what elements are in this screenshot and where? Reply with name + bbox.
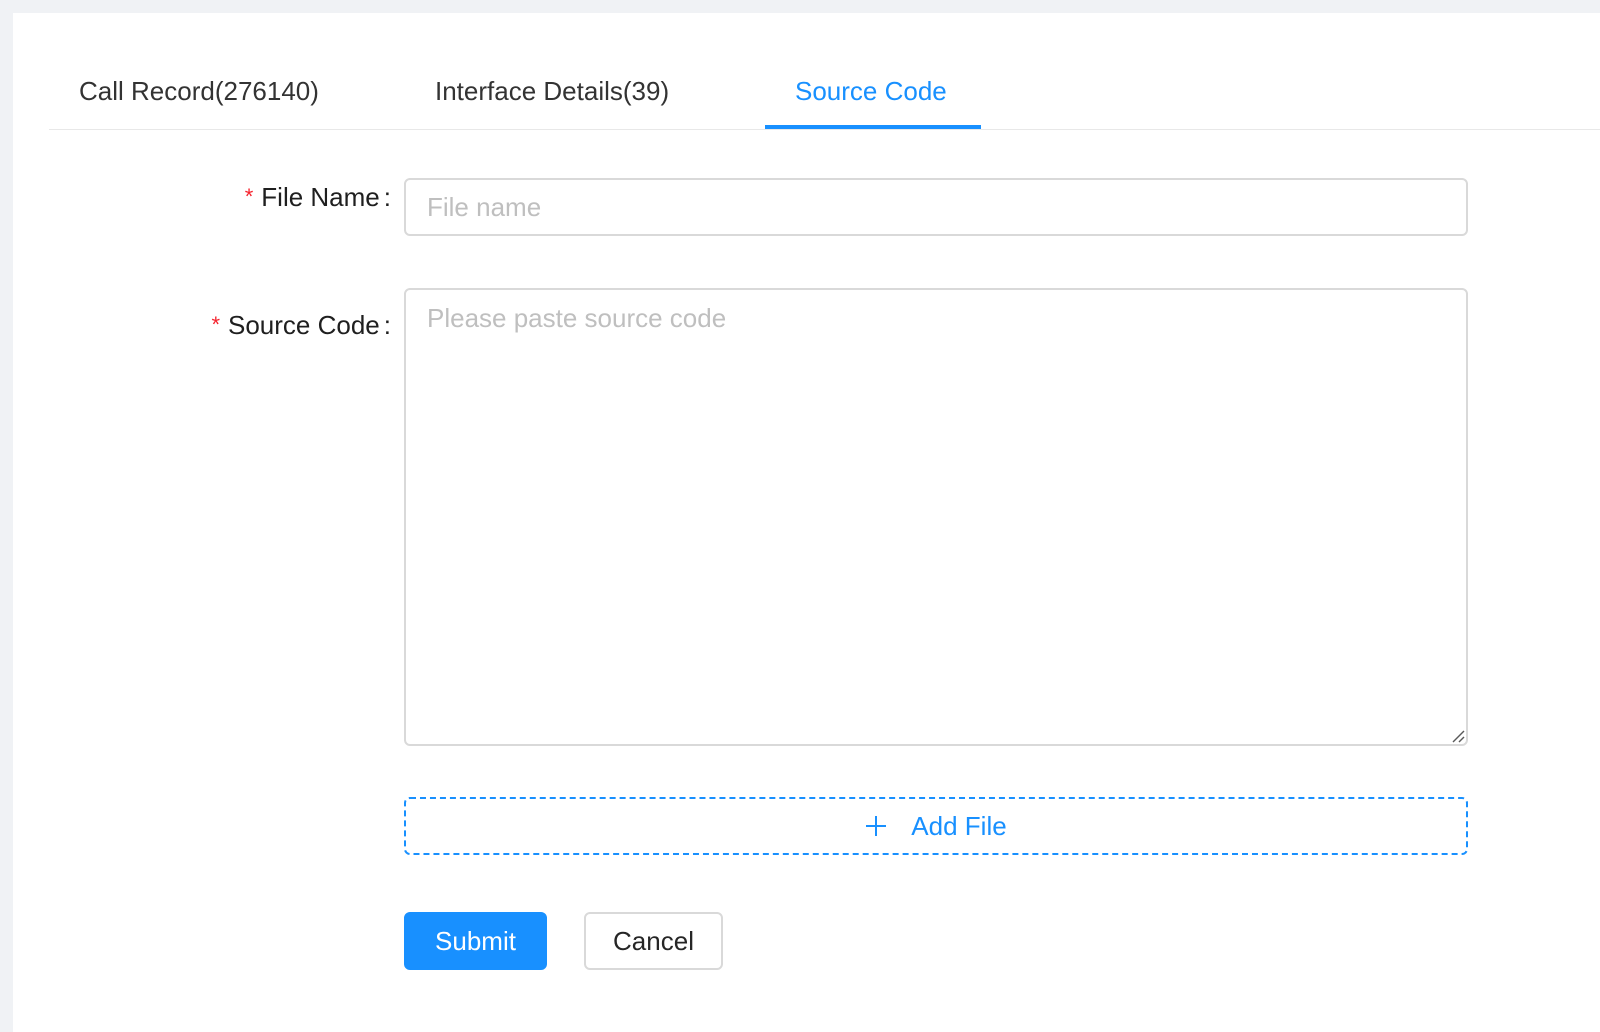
- tab-interface-details[interactable]: Interface Details(39): [435, 75, 669, 107]
- source-code-label-text: Source Code: [228, 310, 380, 340]
- tab-source-code[interactable]: Source Code: [795, 75, 947, 107]
- add-file-label: Add File: [911, 810, 1007, 841]
- tab-call-record[interactable]: Call Record(276140): [79, 75, 319, 107]
- source-code-field: [404, 288, 1468, 746]
- source-code-label: * Source Code:: [211, 309, 391, 341]
- required-mark: *: [211, 312, 220, 337]
- source-code-textarea[interactable]: [404, 288, 1468, 746]
- submit-label: Submit: [435, 925, 516, 956]
- file-name-label-text: File Name: [261, 182, 380, 212]
- resize-handle-icon[interactable]: [1451, 729, 1465, 743]
- plus-icon: [866, 816, 887, 836]
- content-panel: Call Record(276140) Interface Details(39…: [13, 13, 1600, 1032]
- add-file-button[interactable]: Add File: [404, 797, 1468, 855]
- cancel-label: Cancel: [613, 925, 694, 956]
- required-mark: *: [244, 184, 254, 209]
- label-colon: :: [383, 310, 391, 340]
- submit-button[interactable]: Submit: [404, 912, 547, 970]
- file-name-input[interactable]: [404, 178, 1468, 236]
- label-colon: :: [383, 182, 391, 212]
- active-tab-indicator: [765, 125, 981, 129]
- cancel-button[interactable]: Cancel: [584, 912, 723, 970]
- file-name-label: * File Name:: [245, 181, 391, 213]
- tab-bar: Call Record(276140) Interface Details(39…: [49, 13, 1600, 130]
